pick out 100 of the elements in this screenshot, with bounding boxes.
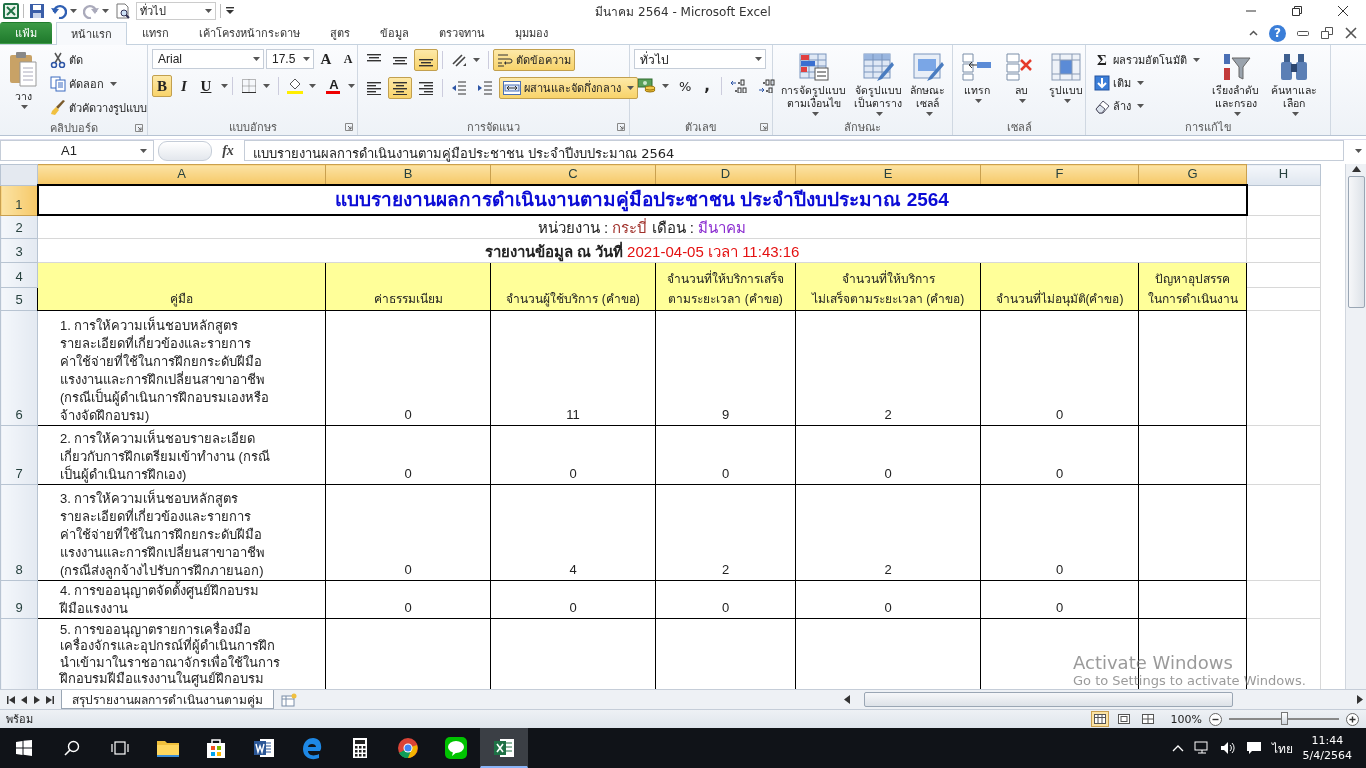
ribbon-tab[interactable]: ข้อมูล (365, 22, 424, 44)
clear-button[interactable]: ล้าง (1090, 95, 1204, 117)
wrap-lines-icon (497, 53, 513, 67)
caret-icon (303, 57, 310, 61)
last-sheet-icon (46, 695, 54, 704)
align-center-button[interactable] (388, 77, 412, 99)
style-dropdown[interactable]: ทั่วไป (136, 2, 216, 20)
format-painter-button[interactable]: ตัวคัดวางรูปแบบ (46, 97, 151, 119)
align-left-icon (366, 81, 382, 95)
last-sheet-button[interactable] (45, 694, 55, 705)
cut-button[interactable]: ตัด (46, 49, 151, 71)
language-indicator[interactable]: ไทย (1271, 738, 1293, 758)
comma-button[interactable]: , (697, 75, 718, 97)
caret-icon (1137, 81, 1144, 85)
ribbon-tab[interactable]: ตรวจทาน (424, 22, 500, 44)
save-button[interactable] (28, 2, 46, 20)
underline-button[interactable]: U (196, 75, 216, 97)
table-style-button[interactable]: จัดรูปแบบ เป็นตาราง (850, 49, 906, 118)
zoom-slider-thumb[interactable] (1281, 712, 1288, 725)
zoom-in-button[interactable] (1345, 711, 1360, 727)
column-header[interactable]: A (37, 164, 326, 185)
decrease-decimal-icon (758, 79, 777, 93)
caret-icon (1064, 99, 1071, 103)
taskbar-app[interactable] (480, 728, 528, 768)
scroll-thumb[interactable] (864, 692, 1233, 707)
autosum-button[interactable]: Σ ผลรวมอัตโนมัติ (1090, 49, 1204, 71)
row-header[interactable]: 7 (0, 425, 38, 484)
caret-icon (755, 57, 762, 61)
bold-button[interactable]: B (152, 75, 172, 97)
group-label: การแก้ไข (1184, 119, 1232, 136)
row-header[interactable]: 5 (0, 287, 38, 310)
redo-button[interactable] (82, 2, 110, 20)
column-header[interactable]: H (1246, 164, 1321, 185)
wrap-text-button[interactable]: ตัดข้อความ (493, 49, 575, 71)
previous-sheet-button[interactable] (19, 694, 29, 705)
font-size-field[interactable]: 17.5 (266, 49, 314, 69)
row-header[interactable]: 1 (0, 185, 38, 215)
row-header[interactable]: 4 (0, 262, 38, 287)
align-bottom-button[interactable] (414, 49, 438, 71)
customize-toolbar-button[interactable] (225, 6, 235, 16)
find-editing-button[interactable]: ค้นหาและ เลือก (1267, 49, 1321, 118)
percent-button[interactable]: % (675, 75, 696, 97)
file-tab[interactable]: แฟ้ม (0, 22, 52, 44)
manual-cell: 2. การให้ความเห็นชอบรายละเอียด เกี่ยวกับการฝึกเตรียมเข้าทำงาน (กรณี เป็นผู้ดำเนินการฝึกเอง) (37, 425, 326, 484)
close-workbook-button[interactable] (1344, 26, 1358, 40)
ribbon-tab[interactable]: หน้าแรก (56, 22, 127, 45)
paste-button[interactable]: วาง (4, 49, 42, 119)
row-header[interactable]: 8 (0, 484, 38, 580)
grow-font-button[interactable]: A (316, 49, 336, 69)
caret-icon (102, 9, 109, 13)
ribbon-tab[interactable]: สูตร (315, 22, 365, 44)
delete-cells-button[interactable]: ลบ (1001, 49, 1041, 118)
next-sheet-button[interactable] (32, 694, 42, 705)
italic-button[interactable]: I (174, 75, 194, 97)
print-preview-button[interactable] (114, 2, 132, 20)
sheet-tab[interactable]: สรุปรายงานผลการดำเนินงานตามคู่ม (61, 690, 274, 709)
format-cells-button[interactable]: รูปแบบ (1045, 49, 1087, 118)
caret-icon (348, 84, 355, 88)
row-header[interactable]: 9 (0, 580, 38, 618)
undo-button[interactable] (50, 2, 78, 20)
scroll-thumb[interactable] (1347, 176, 1365, 308)
formula-field[interactable]: แบบรายงานผลการดำเนินงานตามคู่มือประชาชน ประจำปีงบประมาณ 2564 (244, 140, 1344, 161)
row-header[interactable]: 3 (0, 238, 38, 262)
ribbon-tab[interactable]: เค้าโครงหน้ากระดาษ (184, 22, 315, 44)
collapse-ribbon-button[interactable] (1248, 29, 1259, 37)
merge-center-button[interactable]: ผสานและจัดกึ่งกลาง (499, 77, 638, 99)
row-header[interactable]: 6 (0, 310, 38, 425)
copy-button[interactable]: คัดลอก (46, 73, 151, 95)
ribbon-tab[interactable]: มุมมอง (500, 22, 563, 44)
undo-arrow-icon (51, 3, 67, 19)
splitter-handle[interactable] (158, 140, 212, 161)
clipboard-icon (8, 52, 38, 88)
first-sheet-button[interactable] (6, 694, 16, 705)
conditional-style-button[interactable]: การจัดรูปแบบ ตามเงื่อนไข (777, 49, 850, 118)
name-box[interactable]: A1 (0, 140, 154, 161)
clock[interactable]: 11:44 5/4/2564 (1302, 733, 1352, 763)
restore-workbook-button[interactable] (1320, 26, 1334, 40)
row-header[interactable]: 2 (0, 215, 38, 238)
shrink-font-button[interactable]: A (338, 50, 358, 68)
font-color-button[interactable]: A (322, 75, 359, 97)
font-name-field[interactable]: Arial (152, 49, 264, 69)
redo-arrow-icon (83, 3, 99, 19)
caret-icon (1137, 104, 1144, 108)
caret-icon (1019, 99, 1026, 103)
zoom-out-button[interactable] (1208, 711, 1223, 727)
vertical-scrollbar[interactable] (1345, 164, 1366, 689)
caret-icon (309, 84, 316, 88)
fill-button[interactable]: เติม (1090, 72, 1204, 94)
borders-icon (241, 78, 257, 94)
insert-function-button[interactable]: fx (216, 141, 240, 160)
horizontal-scrollbar[interactable] (841, 691, 1366, 708)
sort-editing-button[interactable]: เรียงลำดับ และกรอง (1208, 49, 1263, 118)
help-button[interactable]: ? (1269, 24, 1286, 42)
cell-style-button[interactable]: ลักษณะ เซลล์ (906, 49, 949, 118)
eraser-icon (1094, 98, 1110, 114)
number-format-dropdown[interactable]: ทั่วไป (634, 49, 766, 69)
minimize-workbook-button[interactable] (1296, 28, 1310, 38)
ribbon-tab[interactable]: แทรก (127, 22, 184, 44)
insert-cells-button[interactable]: แทรก (957, 49, 997, 118)
normal-view-button[interactable] (1090, 711, 1109, 727)
